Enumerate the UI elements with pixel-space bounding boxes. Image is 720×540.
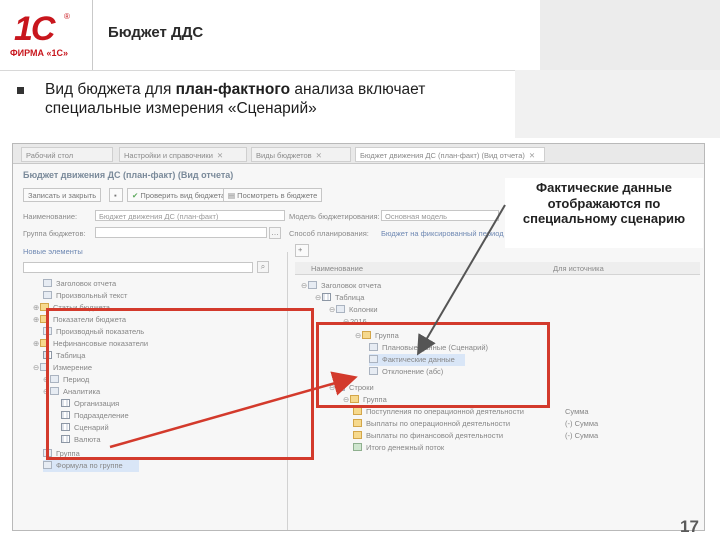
tab-settings[interactable]: Настройки и справочники ✕ [119,147,247,162]
collapse-icon[interactable]: ⊖ [315,292,322,304]
name-field[interactable]: Бюджет движения ДС (план-факт) [95,210,285,221]
collapse-icon[interactable]: ⊖ [301,280,308,292]
page-number: 17 [680,517,699,536]
collapse-icon[interactable]: ⊖ [33,362,40,374]
palette-item-label: Заголовок отчета [56,279,117,288]
tab-label: Бюджет движения ДС (план-факт) (Вид отче… [360,151,525,160]
structure-row-label: Таблица [335,293,365,302]
structure-row[interactable]: Итого денежный поток [353,442,444,454]
close-icon[interactable]: ✕ [316,151,322,160]
palette-item-selected[interactable]: Формула по группе [43,460,139,472]
column-name-header: Наименование [311,264,363,273]
highlight-frame-scenario [46,308,314,460]
expand-icon[interactable]: ⊕ [33,314,40,326]
tab-label: Виды бюджетов [256,151,312,160]
logo-mark: 1С [14,10,55,48]
table-icon [322,293,331,301]
check-button-label: Проверить вид бюджета [140,191,226,200]
structure-button[interactable]: ▤ Посмотреть в бюджете [223,188,323,202]
bullet-text: Вид бюджета для план-фактного анализа вк… [45,80,515,118]
header-decor-box-lower [515,70,720,138]
logo-company-name: ФИРМА «1С» [10,48,69,58]
columns-icon [336,305,345,313]
planning-method-link[interactable]: Бюджет на фиксированный период [381,229,504,238]
header-divider [92,0,93,70]
header-icon [308,281,317,289]
structure-header: Наименование Для источника [295,262,700,275]
palette-item-label: Формула по группе [56,461,123,470]
company-logo: 1С ® ФИРМА «1С» [10,10,80,62]
bullet-text-pre: Вид бюджета для [45,81,176,98]
logo-registered-mark: ® [64,12,70,21]
structure-row-source: (-) Сумма [565,419,599,428]
group-label: Группа бюджетов: [23,229,86,238]
bullet-marker [17,87,24,94]
highlight-frame-actual-data [316,322,550,408]
structure-row-label: Колонки [349,305,378,314]
total-formula-icon [353,443,362,451]
structure-button-label: Посмотреть в бюджете [237,191,318,200]
column-source-header: Для источника [553,264,604,273]
check-button[interactable]: ✔ Проверить вид бюджета [127,188,231,202]
structure-row-source: Сумма [565,407,589,416]
method-label: Способ планирования: [289,229,369,238]
structure-row[interactable]: Выплаты по финансовой деятельности (-) Су… [353,430,698,442]
budget-item-icon [353,419,362,427]
tab-desktop[interactable]: Рабочий стол [21,147,113,162]
select-icon[interactable]: … [269,227,281,239]
structure-row[interactable]: Выплаты по операционной деятельности (-) … [353,418,698,430]
structure-row-source: (-) Сумма [565,431,599,440]
group-field[interactable] [95,227,267,238]
model-label: Модель бюджетирования: [289,212,380,221]
structure-row[interactable]: ⊖ Колонки [329,304,378,316]
text-icon [43,291,52,299]
structure-row-label: Выплаты по финансовой деятельности [366,431,504,440]
structure-row[interactable]: ⊖ Заголовок отчета [301,280,381,292]
expand-icon[interactable]: ⊕ [33,338,40,350]
form-title: Бюджет движения ДС (план-факт) (Вид отче… [23,170,234,180]
budget-item-icon [353,431,362,439]
save-icon[interactable]: ▪ [109,188,123,202]
structure-row-label: Выплаты по операционной деятельности [366,419,511,428]
header-icon [43,279,52,287]
structure-row-label: Поступления по операционной деятельности [366,407,524,416]
formula-group-icon [43,461,52,469]
tab-label: Настройки и справочники [124,151,213,160]
close-icon[interactable]: ✕ [217,151,223,160]
tab-label: Рабочий стол [26,151,74,160]
structure-row-label: Итого денежный поток [366,443,445,452]
palette-item-label: Произвольный текст [56,291,128,300]
structure-row[interactable]: ⊖ Таблица [315,292,364,304]
tab-bar: Рабочий стол Настройки и справочники ✕ Ви… [13,144,704,164]
close-icon[interactable]: ✕ [529,151,535,160]
bullet-text-bold: план-фактного [175,81,291,98]
collapse-icon[interactable]: ⊖ [329,304,336,316]
header-decor-box [540,0,720,70]
tab-report-view[interactable]: Бюджет движения ДС (план-факт) (Вид отче… [355,147,545,162]
slide-header: 1С ® ФИРМА «1С» Бюджет ДДС [0,0,720,70]
name-label: Наименование: [23,212,78,221]
callout-text: Фактические данные отображаются по специ… [522,180,686,226]
slide-title: Бюджет ДДС [108,24,204,41]
add-icon[interactable]: + [295,244,309,257]
expand-icon[interactable]: ⊕ [33,302,40,314]
document-icon: ▤ [228,191,238,200]
budget-item-icon [353,407,362,415]
palette-item[interactable]: Произвольный текст [43,290,127,302]
tab-budget-types[interactable]: Виды бюджетов ✕ [251,147,351,162]
structure-row-label: Заголовок отчета [321,281,382,290]
model-field[interactable]: Основная модель [381,210,499,221]
save-close-button[interactable]: Записать и закрыть [23,188,102,202]
palette-item[interactable]: Заголовок отчета [43,278,116,290]
